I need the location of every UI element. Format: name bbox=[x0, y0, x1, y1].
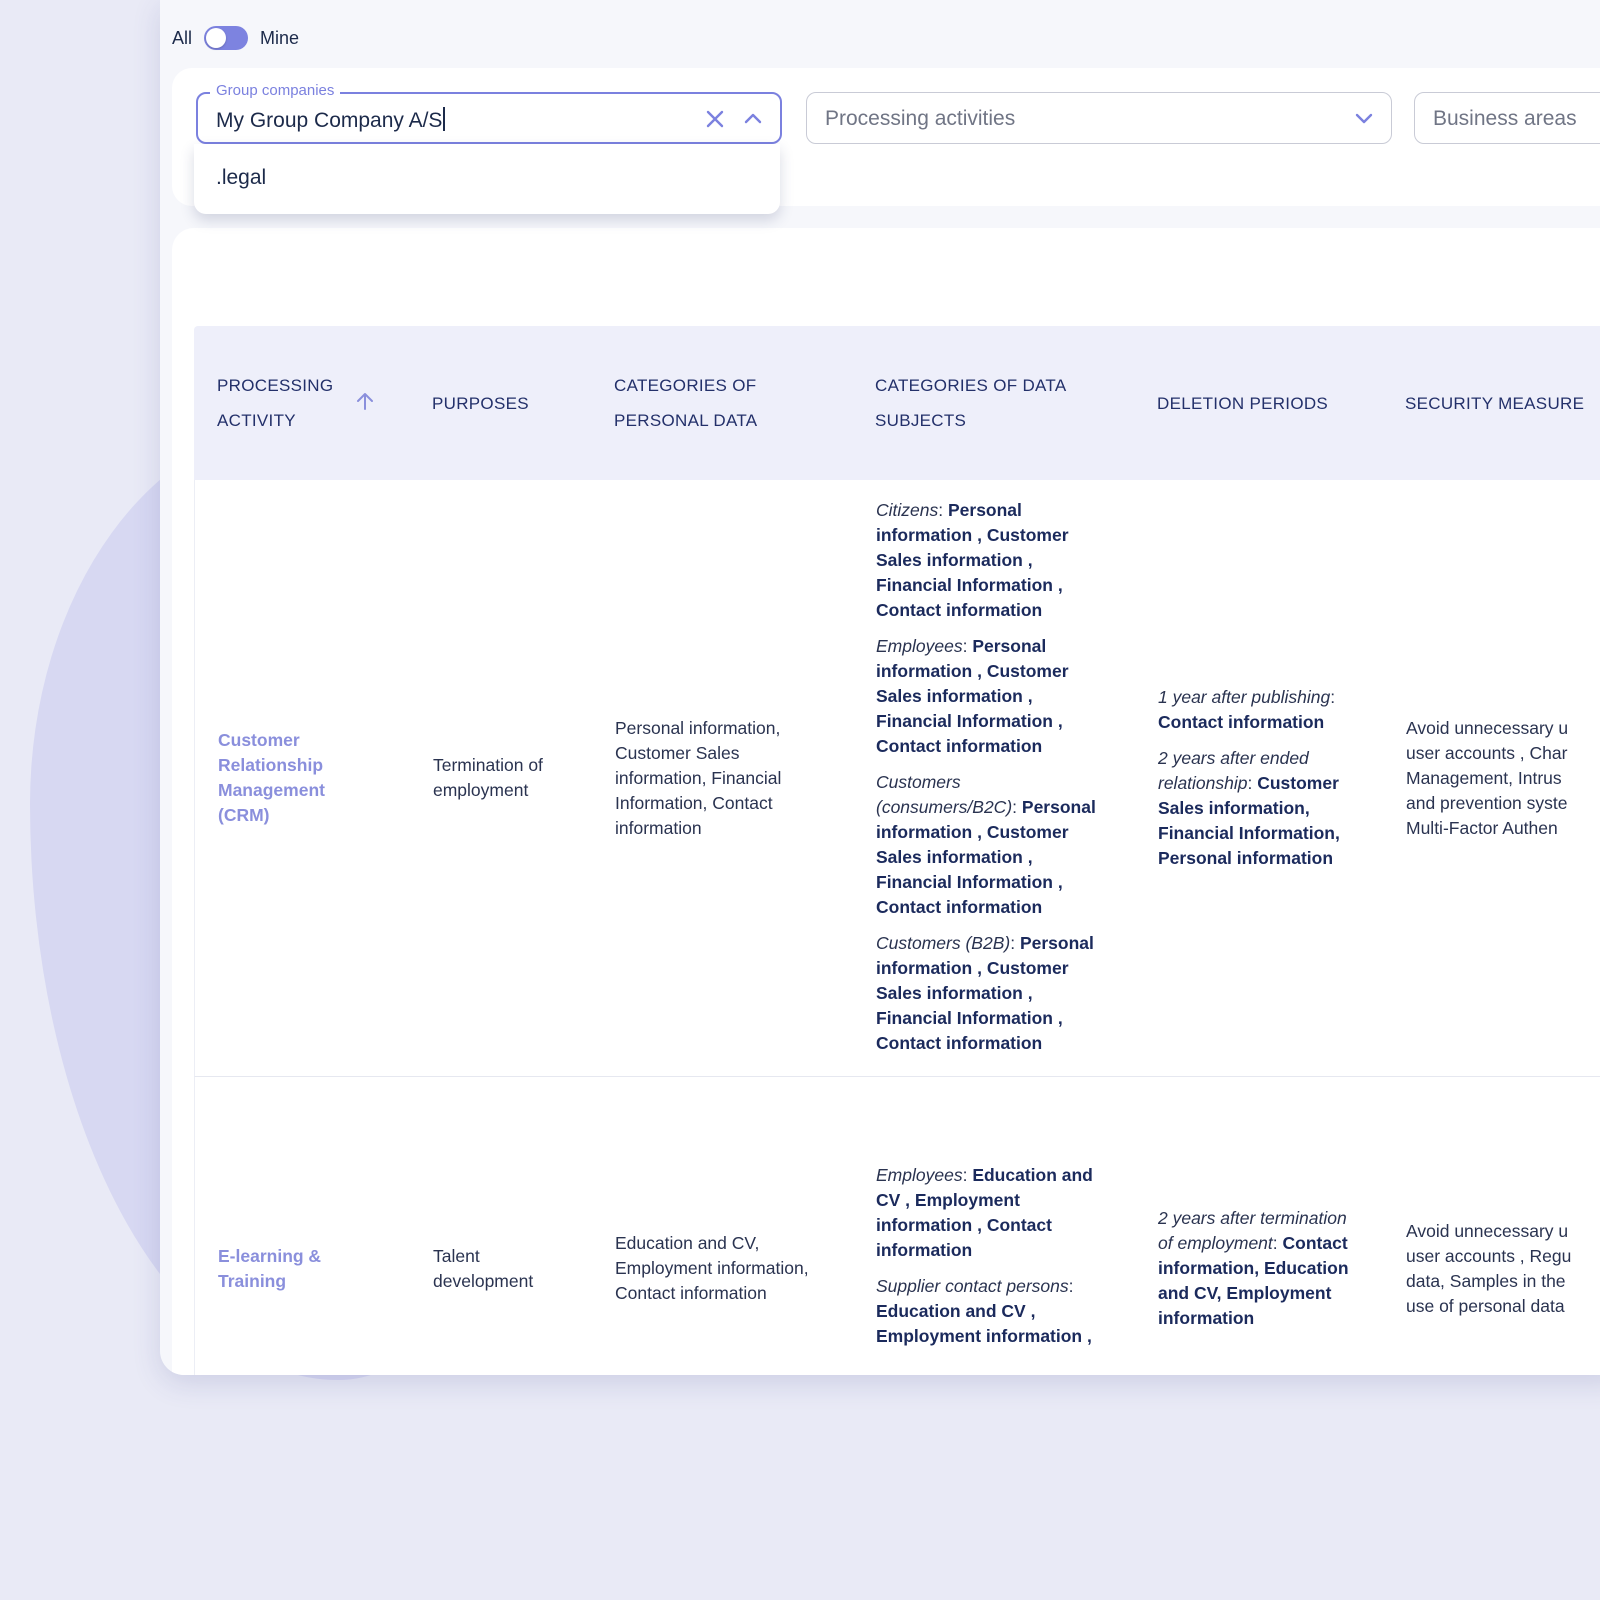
subject-entry: Supplier contact persons: Education and … bbox=[876, 1276, 1092, 1346]
purpose-cell: Termination of employment bbox=[433, 755, 543, 800]
header-purposes[interactable]: PURPOSES bbox=[432, 326, 582, 480]
security-measures-cell: Avoid unnecessary u user accounts , Regu… bbox=[1406, 1221, 1572, 1316]
header-processing-activity[interactable]: PROCESSING ACTIVITY bbox=[217, 326, 367, 480]
deletion-entry: 1 year after publishing: Contact informa… bbox=[1158, 687, 1336, 732]
clear-icon[interactable] bbox=[704, 108, 726, 130]
purpose-cell: Talent development bbox=[433, 1246, 534, 1291]
deletion-periods-cell: 1 year after publishing: Contact informa… bbox=[1158, 685, 1340, 882]
ropa-table: PROCESSING ACTIVITY PURPOSES CATEGORIES O… bbox=[194, 326, 1600, 1375]
categories-cell: Personal information, Customer Sales inf… bbox=[615, 718, 782, 838]
deletion-entry: 2 years after termination of employment:… bbox=[1158, 1208, 1349, 1328]
processing-activities-select[interactable]: Processing activities bbox=[806, 92, 1392, 144]
toggle-label-all[interactable]: All bbox=[172, 28, 192, 49]
toggle-knob bbox=[206, 28, 227, 48]
data-subjects-cell: Citizens: Personal information , Custome… bbox=[876, 498, 1096, 1067]
data-subjects-cell: Employees: Education and CV , Employment… bbox=[876, 1163, 1093, 1360]
header-security-measures[interactable]: SECURITY MEASURE bbox=[1405, 326, 1600, 480]
header-deletion-periods[interactable]: DELETION PERIODS bbox=[1157, 326, 1377, 480]
chevron-down-icon[interactable] bbox=[1353, 107, 1375, 129]
table-header: PROCESSING ACTIVITY PURPOSES CATEGORIES O… bbox=[194, 326, 1600, 480]
table-row[interactable]: Customer Relationship Management (CRM) T… bbox=[194, 480, 1600, 1077]
subject-entry: Citizens: Personal information , Custome… bbox=[876, 500, 1069, 620]
all-mine-toggle-row: All Mine bbox=[172, 26, 299, 50]
text-caret bbox=[443, 107, 445, 131]
group-companies-input[interactable]: My Group Company A/S bbox=[216, 107, 445, 133]
security-measures-cell: Avoid unnecessary u user accounts , Char… bbox=[1406, 718, 1569, 838]
subject-entry: Employees: Personal information , Custom… bbox=[876, 636, 1069, 756]
chevron-up-icon[interactable] bbox=[742, 108, 764, 130]
subject-entry: Customers (B2B): Personal information , … bbox=[876, 933, 1094, 1053]
sort-ascending-icon[interactable] bbox=[354, 390, 376, 412]
table-card: PROCESSING ACTIVITY PURPOSES CATEGORIES O… bbox=[172, 228, 1600, 1375]
business-areas-placeholder: Business areas bbox=[1433, 107, 1577, 130]
header-categories-personal-data[interactable]: CATEGORIES OF PERSONAL DATA bbox=[614, 326, 834, 480]
group-companies-label: Group companies bbox=[210, 82, 341, 99]
processing-activity-link[interactable]: E-learning & Training bbox=[218, 1244, 321, 1294]
header-categories-data-subjects[interactable]: CATEGORIES OF DATA SUBJECTS bbox=[875, 326, 1115, 480]
group-companies-select[interactable]: Group companies My Group Company A/S bbox=[196, 82, 782, 144]
processing-activities-placeholder: Processing activities bbox=[825, 107, 1016, 130]
processing-activity-link[interactable]: Customer Relationship Management (CRM) bbox=[218, 728, 325, 828]
toggle-label-mine[interactable]: Mine bbox=[260, 28, 299, 49]
categories-cell: Education and CV, Employment information… bbox=[615, 1233, 809, 1303]
all-mine-toggle[interactable] bbox=[204, 26, 249, 50]
dropdown-option[interactable]: .legal bbox=[216, 166, 266, 190]
subject-entry: Employees: Education and CV , Employment… bbox=[876, 1165, 1093, 1260]
deletion-periods-cell: 2 years after termination of employment:… bbox=[1158, 1206, 1349, 1342]
table-row[interactable]: E-learning & Training Talent development… bbox=[194, 1077, 1600, 1375]
deletion-entry: 2 years after ended relationship: Custom… bbox=[1158, 748, 1340, 868]
app-window: All Mine Group companies My Group Compan… bbox=[160, 0, 1600, 1375]
business-areas-select[interactable]: Business areas bbox=[1414, 92, 1600, 144]
group-companies-dropdown: .legal bbox=[194, 144, 780, 214]
subject-entry: Customers (consumers/B2C): Personal info… bbox=[876, 772, 1096, 917]
